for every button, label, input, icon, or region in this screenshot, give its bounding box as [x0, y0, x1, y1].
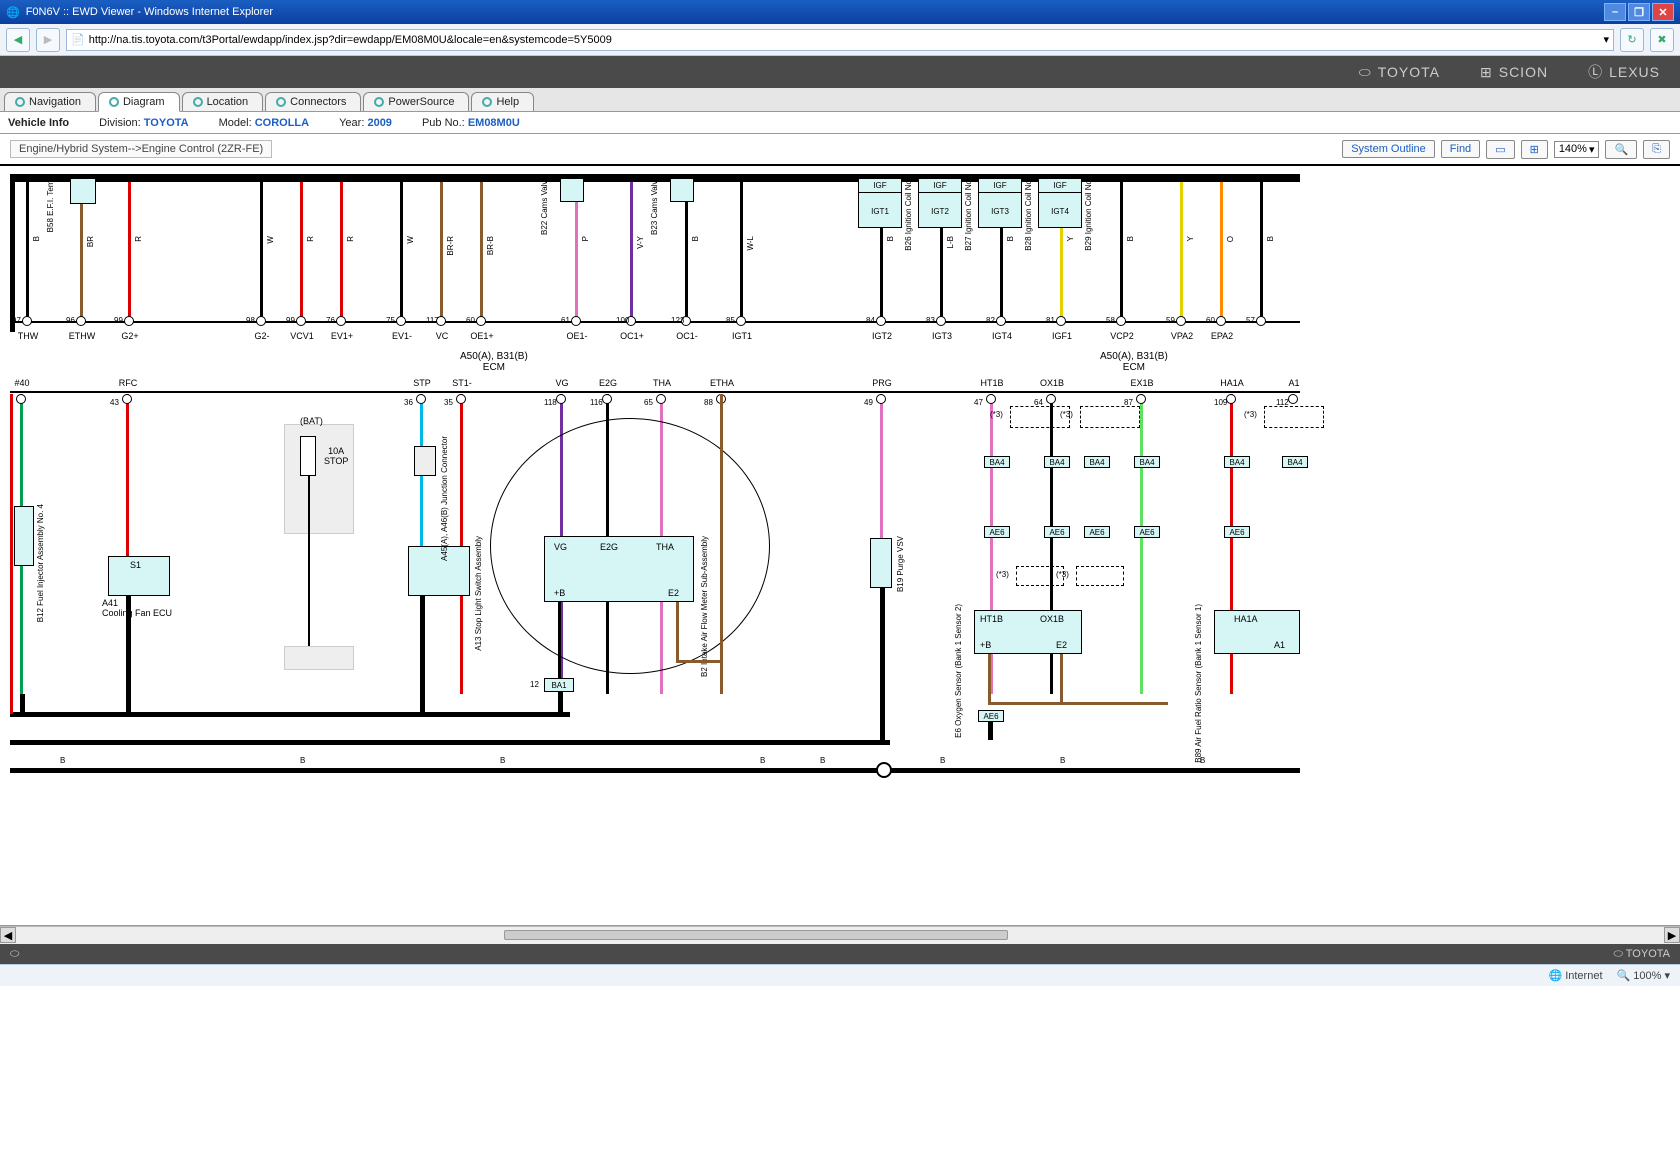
wire-OE1+[interactable] [480, 182, 483, 317]
connector-ae6-0[interactable]: AE6 [984, 526, 1010, 538]
connector-ba4-2[interactable]: BA4 [1084, 456, 1110, 468]
globe-icon: 🌐 [1548, 970, 1562, 982]
connector-ba4-5[interactable]: BA4 [1282, 456, 1308, 468]
fit-width-button[interactable]: ⊞ [1521, 140, 1548, 159]
connector-ae6-2[interactable]: AE6 [1084, 526, 1110, 538]
diagram-toolbar: Engine/Hybrid System-->Engine Control (2… [0, 134, 1680, 166]
connector-ae6-4[interactable]: AE6 [1224, 526, 1250, 538]
zoom-select[interactable]: 140%▾ [1554, 141, 1600, 158]
refresh-button[interactable]: ↻ [1620, 28, 1644, 52]
wire-G2-[interactable] [260, 182, 263, 317]
footer-brand-bar: ⬭ ⬭ TOYOTA [0, 944, 1680, 964]
connector-ae6-lower[interactable]: AE6 [978, 710, 1004, 722]
address-bar[interactable]: 📄 ▾ [66, 29, 1614, 51]
connector-ae6-1[interactable]: AE6 [1044, 526, 1070, 538]
wire-G2+[interactable] [128, 182, 131, 317]
brand-lexus[interactable]: ⓁLEXUS [1588, 62, 1660, 82]
print-button[interactable]: ⎘ [1643, 140, 1670, 159]
wire-IGT1[interactable] [740, 182, 743, 317]
zoom-tool-button[interactable]: 🔍 [1605, 140, 1637, 159]
wire-OC1-[interactable] [685, 182, 688, 317]
system-outline-button[interactable]: System Outline [1342, 140, 1435, 158]
wire-EPA2[interactable] [1220, 182, 1223, 317]
horizontal-scrollbar[interactable]: ◀ ▶ [0, 926, 1680, 944]
component-b19[interactable] [870, 538, 892, 588]
ie-icon: 🌐 [6, 6, 20, 19]
scroll-right-arrow[interactable]: ▶ [1664, 927, 1680, 943]
window-title: F0N6V :: EWD Viewer - Windows Internet E… [26, 6, 273, 18]
footer-toggle-icon[interactable]: ⬭ [10, 948, 19, 961]
stop-button[interactable]: ✖ [1650, 28, 1674, 52]
maximize-button[interactable]: ❐ [1628, 3, 1650, 21]
component-a45[interactable] [414, 446, 436, 476]
main-tabs: Navigation Diagram Location Connectors P… [0, 88, 1680, 112]
component-bat-fuse[interactable] [284, 424, 354, 534]
wire-ST1-[interactable] [460, 394, 463, 694]
component-ignition-IGT3[interactable]: IGFIGT3 [978, 178, 1022, 228]
find-button[interactable]: Find [1441, 140, 1480, 158]
vehicle-info-label: Vehicle Info [8, 117, 69, 129]
browser-navbar: ◀ ▶ 📄 ▾ ↻ ✖ [0, 24, 1680, 56]
wire-EV1-[interactable] [400, 182, 403, 317]
component-ignition-IGT2[interactable]: IGFIGT2 [918, 178, 962, 228]
diagram-viewport[interactable]: 97THWB96ETHWBR99G2+R98G2-W99VCV1R76EV1+R… [0, 166, 1680, 926]
connector-ba4-0[interactable]: BA4 [984, 456, 1010, 468]
wire-OC1+[interactable] [630, 182, 633, 317]
component-a13[interactable] [408, 546, 470, 596]
component-ignition-IGT1[interactable]: IGFIGT1 [858, 178, 902, 228]
wire-VCV1[interactable] [300, 182, 303, 317]
dropdown-icon[interactable]: ▾ [1603, 33, 1609, 46]
connector-ba4-3[interactable]: BA4 [1134, 456, 1160, 468]
connector-ba1[interactable]: BA1 [544, 678, 574, 692]
forward-button[interactable]: ▶ [36, 28, 60, 52]
wire-EX1B[interactable] [1140, 394, 1143, 694]
back-button[interactable]: ◀ [6, 28, 30, 52]
wire-VCP2[interactable] [1120, 182, 1123, 317]
security-zone: 🌐 Internet [1548, 969, 1602, 982]
close-button[interactable]: ✕ [1652, 3, 1674, 21]
status-bar: 🌐 Internet 🔍 100% ▾ [0, 964, 1680, 986]
connector-ba4-4[interactable]: BA4 [1224, 456, 1250, 468]
component-b23[interactable] [670, 178, 694, 202]
wire-VC[interactable] [440, 182, 443, 317]
minimize-button[interactable]: – [1604, 3, 1626, 21]
scroll-left-arrow[interactable]: ◀ [0, 927, 16, 943]
brand-bar: ⬭TOYOTA ⊞SCION ⓁLEXUS [0, 56, 1680, 88]
breadcrumb: Engine/Hybrid System-->Engine Control (2… [10, 140, 272, 158]
page-icon: 📄 [71, 33, 85, 46]
component-b58[interactable] [70, 178, 96, 204]
tab-location[interactable]: Location [182, 92, 264, 111]
scroll-thumb[interactable] [504, 930, 1008, 940]
brand-toyota[interactable]: ⬭TOYOTA [1359, 64, 1440, 81]
wire-EV1+[interactable] [340, 182, 343, 317]
fit-page-button[interactable]: ▭ [1486, 140, 1514, 159]
connector-ae6-3[interactable]: AE6 [1134, 526, 1160, 538]
brand-scion[interactable]: ⊞SCION [1480, 64, 1548, 81]
wire-THW[interactable] [26, 182, 29, 317]
url-input[interactable] [89, 34, 1600, 46]
component-ignition-IGT4[interactable]: IGFIGT4 [1038, 178, 1082, 228]
highlight-circle [490, 418, 770, 674]
vehicle-info-bar: Vehicle Info Division: TOYOTA Model: COR… [0, 112, 1680, 134]
status-zoom[interactable]: 🔍 100% ▾ [1617, 969, 1670, 982]
tab-powersource[interactable]: PowerSource [363, 92, 469, 111]
wire-[interactable] [1260, 182, 1263, 317]
tab-help[interactable]: Help [471, 92, 534, 111]
connector-ba4-1[interactable]: BA4 [1044, 456, 1070, 468]
tab-navigation[interactable]: Navigation [4, 92, 96, 111]
component-b22[interactable] [560, 178, 584, 202]
tab-connectors[interactable]: Connectors [265, 92, 361, 111]
wire-VPA2[interactable] [1180, 182, 1183, 317]
component-b12[interactable] [14, 506, 34, 566]
wire-OE1-[interactable] [575, 182, 578, 317]
window-titlebar: 🌐 F0N6V :: EWD Viewer - Windows Internet… [0, 0, 1680, 24]
tab-diagram[interactable]: Diagram [98, 92, 180, 112]
